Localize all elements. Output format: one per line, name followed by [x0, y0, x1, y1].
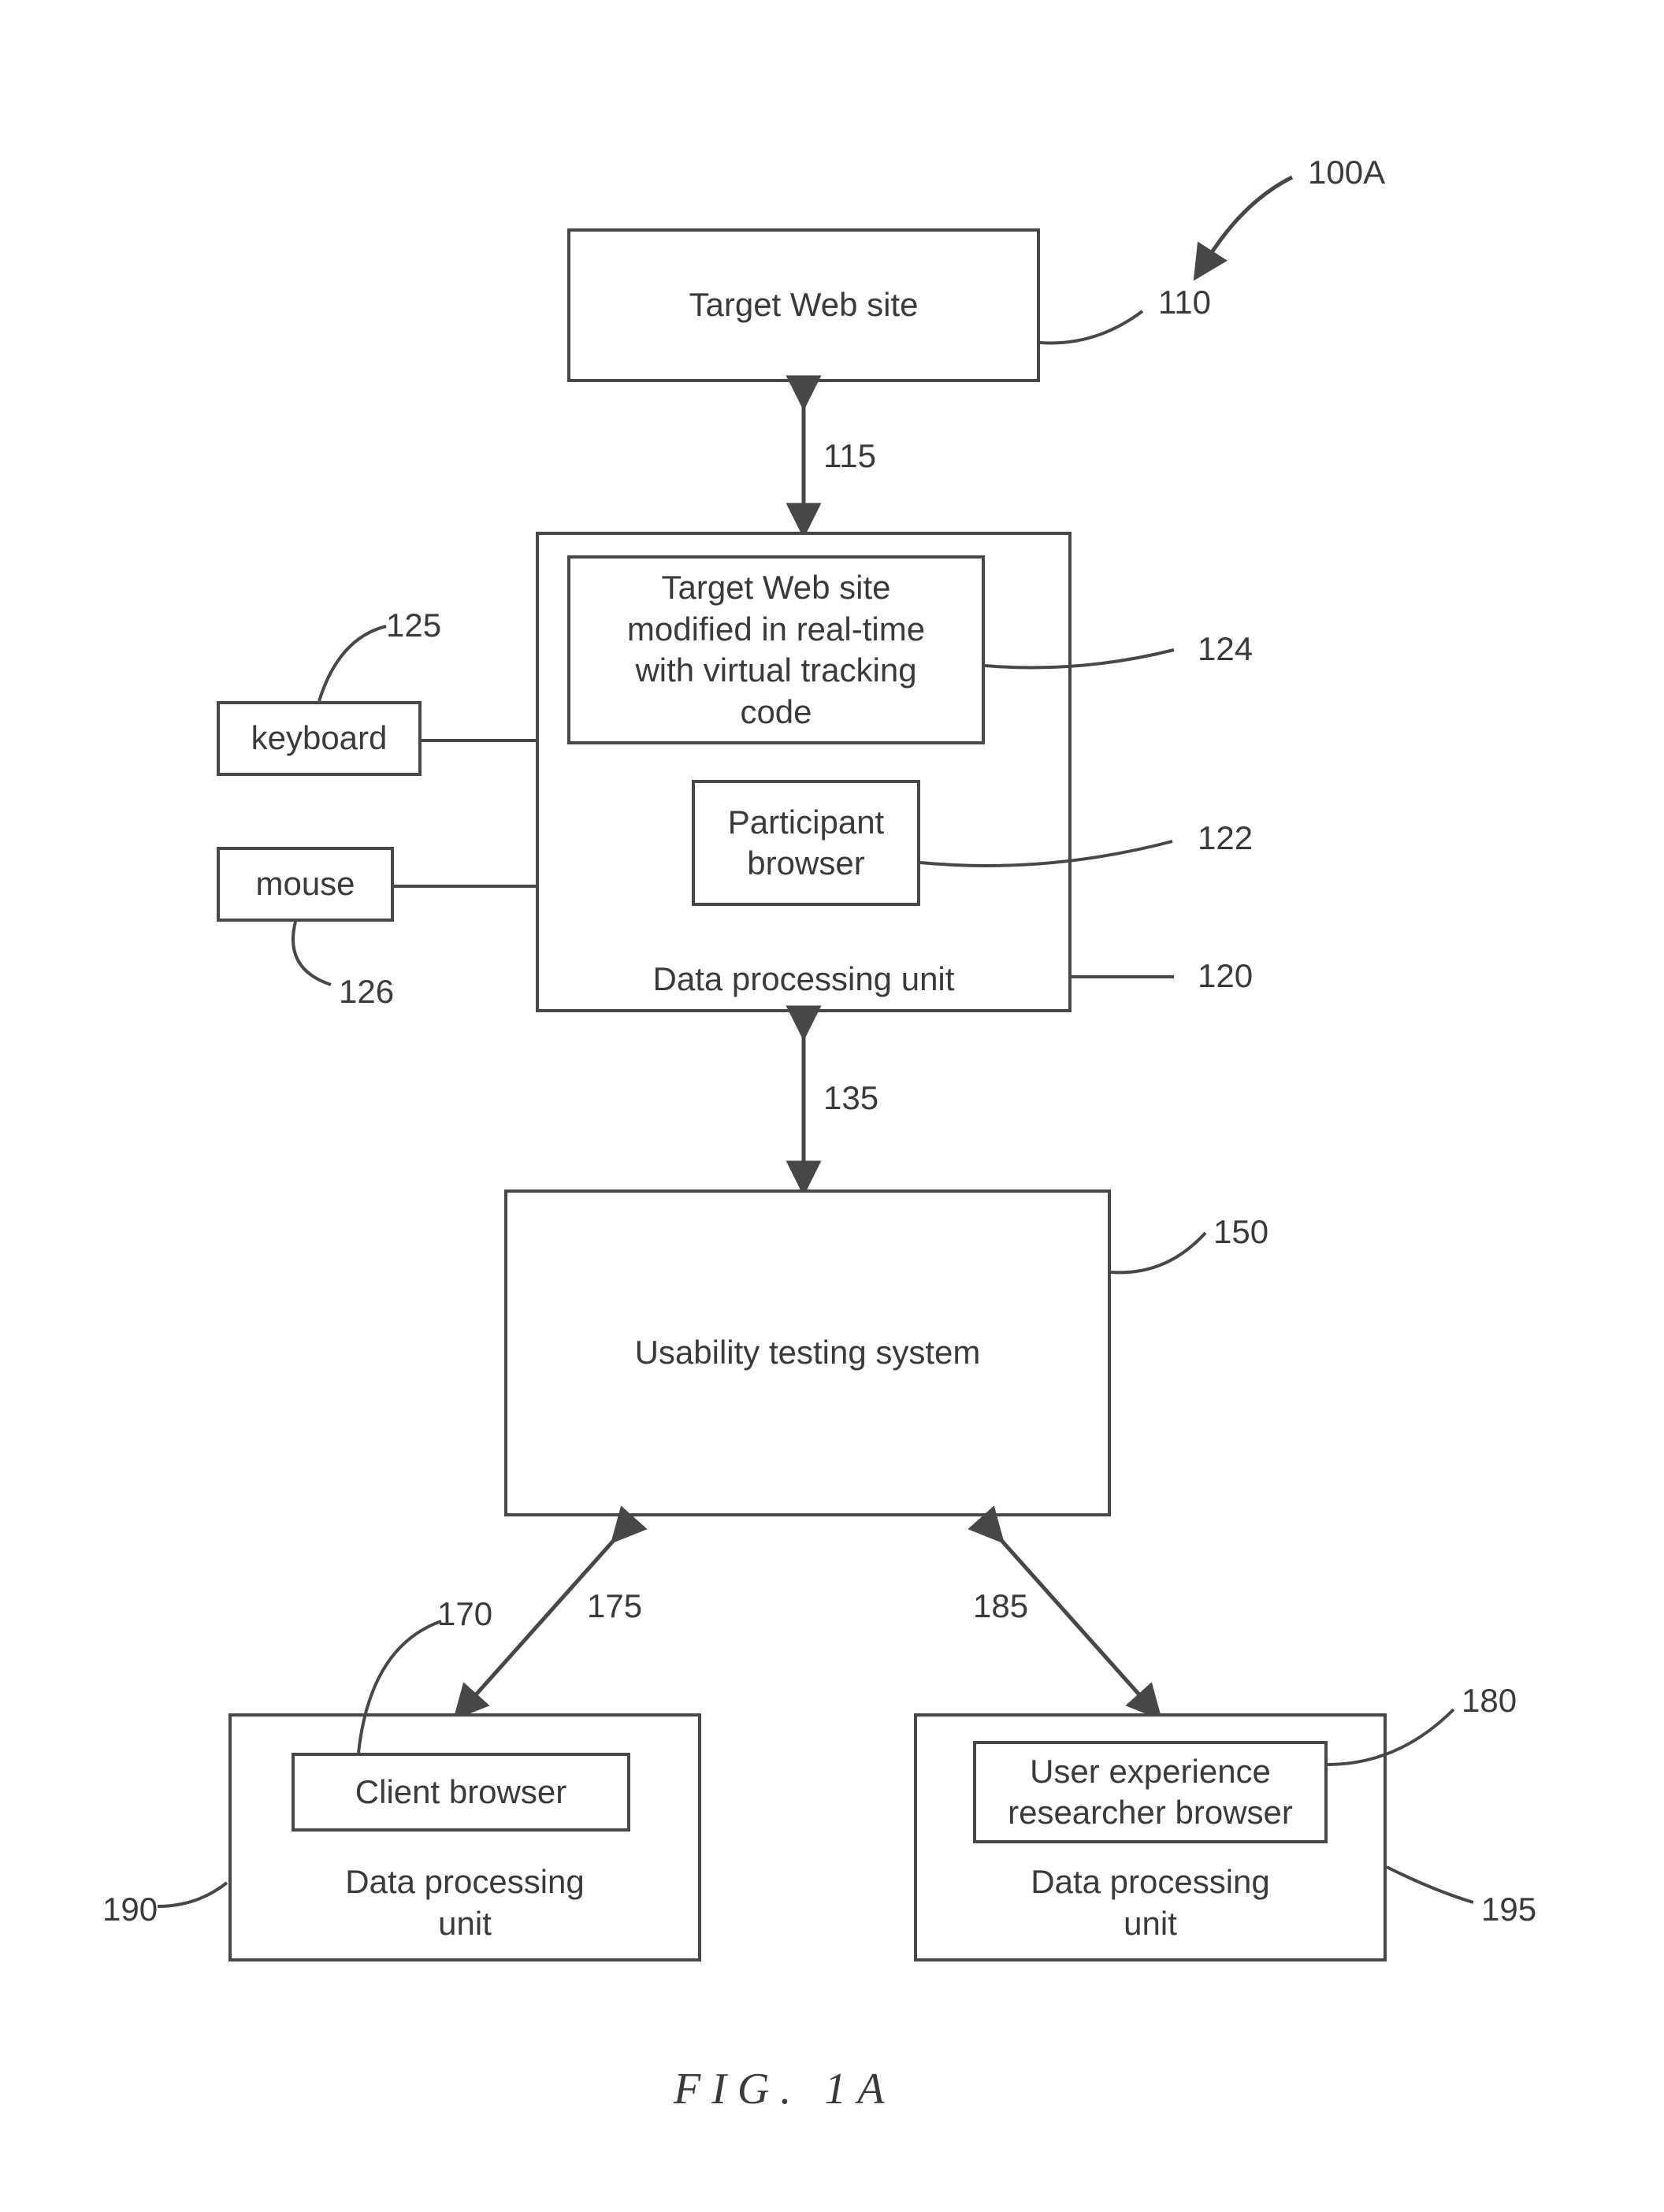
ref-126: 126 [339, 973, 394, 1011]
box-participant-browser: Participant browser [692, 780, 920, 906]
leader-126 [268, 922, 347, 993]
leader-150 [1111, 1225, 1221, 1288]
box-client-browser-text: Client browser [349, 1765, 573, 1820]
dpu-participant-bottom-text: Data processing unit [539, 960, 1068, 998]
leader-190 [158, 1875, 228, 1914]
box-target-website: Target Web site [567, 228, 1040, 382]
leader-110 [1040, 299, 1166, 362]
dpu-client-bottom-text: Data processing unit [232, 1861, 698, 1944]
ref-170: 170 [437, 1595, 492, 1633]
ref-124: 124 [1198, 630, 1253, 668]
connector-mouse [394, 870, 536, 902]
box-ux-browser: User experience researcher browser [973, 1741, 1328, 1843]
box-mouse: mouse [217, 847, 394, 922]
ref-120: 120 [1198, 957, 1253, 995]
box-ux-browser-text: User experience researcher browser [1001, 1745, 1299, 1840]
box-dpu-client: Data processing unit [228, 1713, 701, 1961]
leader-120 [1072, 957, 1190, 997]
box-participant-browser-text: Participant browser [722, 796, 890, 891]
ref-195: 195 [1481, 1891, 1536, 1928]
ref-135: 135 [823, 1079, 878, 1117]
box-tracking-code: Target Web site modified in real-time wi… [567, 555, 985, 744]
box-tracking-code-text: Target Web site modified in real-time wi… [621, 561, 931, 739]
box-mouse-text: mouse [249, 857, 361, 911]
box-keyboard: keyboard [217, 701, 422, 776]
overall-ref-label: 100A [1308, 154, 1385, 191]
ref-185: 185 [973, 1587, 1028, 1625]
ref-175: 175 [587, 1587, 642, 1625]
ref-125: 125 [386, 607, 441, 644]
box-usability-system-text: Usability testing system [629, 1326, 987, 1380]
connector-115 [788, 382, 819, 532]
dpu-ux-bottom-text: Data processing unit [917, 1861, 1384, 1944]
ref-122: 122 [1198, 819, 1253, 857]
box-usability-system: Usability testing system [504, 1190, 1111, 1516]
connector-135 [788, 1012, 819, 1190]
diagram-canvas: 100A Target Web site 110 115 Data proces… [0, 0, 1664, 2212]
ref-110: 110 [1158, 284, 1211, 321]
ref-190: 190 [102, 1891, 158, 1928]
ref-180: 180 [1462, 1682, 1517, 1720]
leader-125 [299, 622, 394, 701]
box-target-website-text: Target Web site [682, 278, 924, 332]
box-client-browser: Client browser [292, 1753, 630, 1832]
box-keyboard-text: keyboard [245, 711, 394, 766]
leader-195 [1387, 1859, 1481, 1914]
ref-115: 115 [823, 437, 876, 475]
ref-150: 150 [1213, 1213, 1268, 1251]
figure-caption: FIG. 1A [674, 2064, 896, 2114]
connector-keyboard [422, 725, 536, 756]
